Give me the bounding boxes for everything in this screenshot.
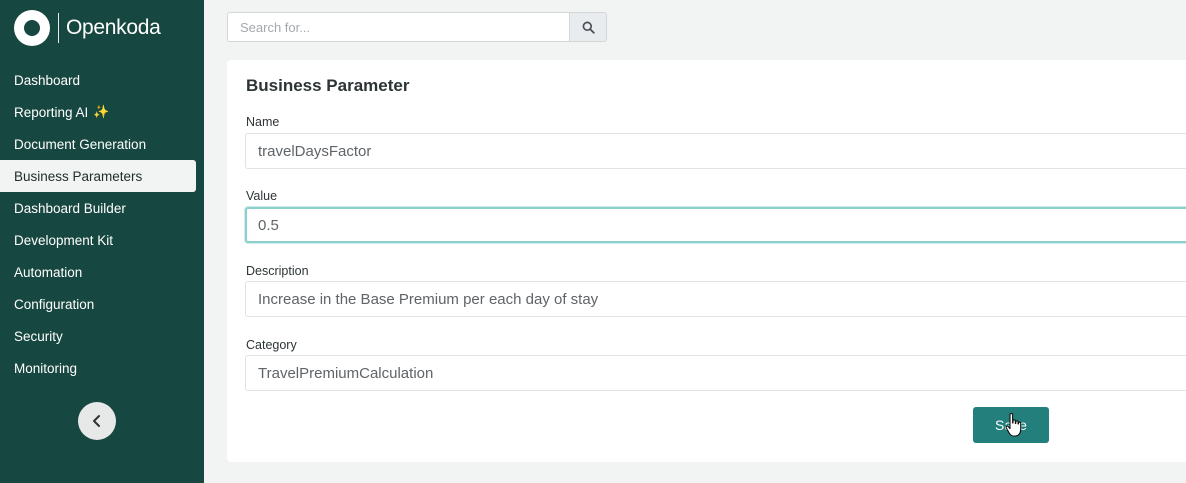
sidebar-nav: Dashboard Reporting AI ✨ Document Genera… (0, 64, 204, 384)
sidebar-item-reporting-ai[interactable]: Reporting AI ✨ (0, 96, 196, 128)
business-parameter-form: Business Parameter Name Value Descriptio… (227, 60, 1186, 462)
name-field[interactable] (245, 133, 1186, 169)
brand[interactable]: Openkoda (14, 10, 161, 46)
search-button[interactable] (569, 12, 607, 42)
sidebar-item-monitoring[interactable]: Monitoring (0, 352, 196, 384)
sidebar-item-security[interactable]: Security (0, 320, 196, 352)
brand-divider (58, 13, 59, 43)
description-field[interactable] (245, 281, 1186, 317)
sidebar-item-development-kit[interactable]: Development Kit (0, 224, 196, 256)
save-button[interactable]: Save (973, 407, 1049, 443)
sidebar-item-label: Monitoring (14, 360, 78, 376)
sidebar-item-automation[interactable]: Automation (0, 256, 196, 288)
sidebar-item-label: Reporting AI (14, 104, 89, 120)
search-input[interactable] (227, 12, 569, 42)
sidebar: Openkoda Dashboard Reporting AI ✨ Docume… (0, 0, 204, 483)
sidebar-collapse-button[interactable] (78, 402, 116, 440)
brand-name: Openkoda (66, 16, 161, 39)
openkoda-logo-icon (14, 10, 50, 46)
sidebar-item-label: Security (14, 328, 63, 344)
sidebar-item-configuration[interactable]: Configuration (0, 288, 196, 320)
value-field[interactable] (245, 207, 1186, 243)
category-label: Category (246, 338, 297, 352)
description-label: Description (246, 264, 309, 278)
sidebar-item-business-parameters[interactable]: Business Parameters (0, 160, 196, 192)
sidebar-item-label: Dashboard Builder (14, 200, 126, 216)
name-label: Name (246, 115, 280, 129)
chevron-left-icon (93, 415, 100, 427)
sidebar-item-label: Automation (14, 264, 83, 280)
value-label: Value (246, 189, 278, 203)
sidebar-item-dashboard[interactable]: Dashboard (0, 64, 196, 96)
page-title: Business Parameter (246, 76, 410, 95)
sidebar-item-dashboard-builder[interactable]: Dashboard Builder (0, 192, 196, 224)
sidebar-item-label: Business Parameters (14, 168, 143, 184)
search-icon (582, 21, 595, 34)
sidebar-item-label: Document Generation (14, 136, 147, 152)
sidebar-item-label: Dashboard (14, 72, 81, 88)
sidebar-item-label: Development Kit (14, 232, 114, 248)
sparkle-icon: ✨ (93, 104, 110, 119)
sidebar-item-label: Configuration (14, 296, 95, 312)
sidebar-item-document-generation[interactable]: Document Generation (0, 128, 196, 160)
category-field[interactable] (245, 355, 1186, 391)
search-bar (227, 12, 607, 42)
